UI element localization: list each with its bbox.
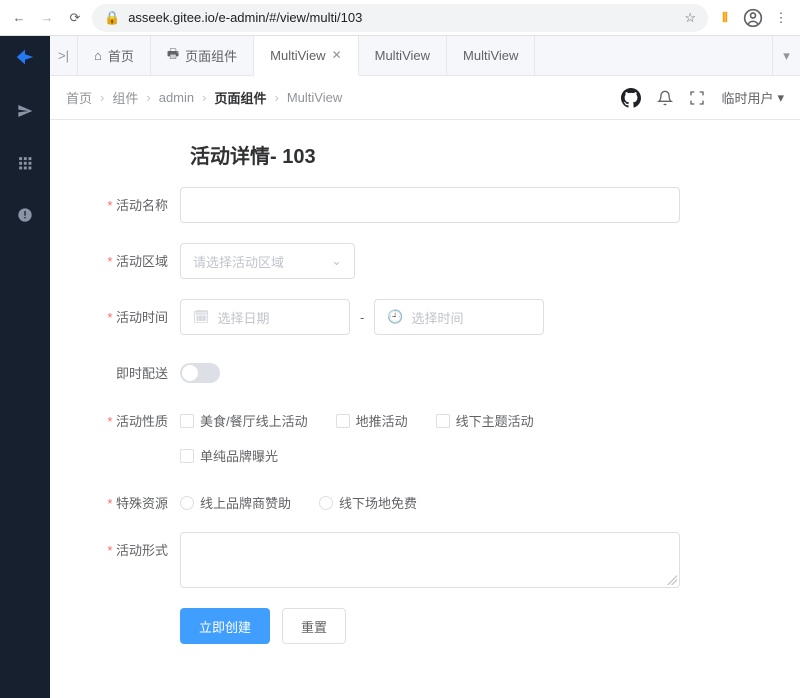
alert-icon[interactable]: [10, 200, 40, 230]
tab-label: MultiView: [375, 48, 430, 63]
tab-bar: >| ⌂ 首页 🖶 页面组件 MultiView ✕ MultiView Mul…: [50, 36, 800, 76]
label-nature: 活动性质: [80, 403, 180, 430]
time-picker[interactable]: 🕘 选择时间: [374, 299, 544, 335]
extension-icon[interactable]: ⦀: [714, 7, 736, 29]
crumb-item[interactable]: 组件: [112, 88, 138, 107]
topbar: 首页› 组件› admin› 页面组件› MultiView 临时用户 ▾: [50, 76, 800, 120]
date-placeholder: 选择日期: [218, 308, 270, 327]
reload-button[interactable]: ⟳: [64, 7, 86, 29]
tab-label: 页面组件: [185, 46, 237, 65]
calendar-icon: 🗓︎: [193, 309, 210, 325]
content-area: 活动详情- 103 活动名称 活动区域 请选择活动区域 ⌄ 活动时间: [50, 120, 800, 698]
send-icon[interactable]: [10, 96, 40, 126]
label-region: 活动区域: [80, 243, 180, 270]
resource-option[interactable]: 线下场地免费: [319, 493, 417, 512]
label-format: 活动形式: [80, 532, 180, 559]
nature-option[interactable]: 美食/餐厅线上活动: [180, 411, 308, 430]
nature-option[interactable]: 地推活动: [336, 411, 408, 430]
tabs-collapse-icon[interactable]: >|: [50, 36, 78, 76]
format-textarea[interactable]: [180, 532, 680, 588]
bookmark-star-icon[interactable]: ☆: [684, 10, 696, 26]
user-menu[interactable]: 临时用户 ▾: [721, 88, 784, 107]
name-input[interactable]: [180, 187, 680, 223]
label-resource: 特殊资源: [80, 485, 180, 512]
time-placeholder: 选择时间: [412, 308, 464, 327]
crumb-item: MultiView: [287, 90, 342, 105]
clock-icon: 🕘: [387, 309, 403, 325]
close-icon[interactable]: ✕: [332, 48, 342, 62]
printer-icon: 🖶: [167, 45, 179, 67]
forward-button[interactable]: →: [36, 7, 58, 29]
reset-button[interactable]: 重置: [282, 608, 346, 644]
browser-menu-icon[interactable]: ⋮: [770, 7, 792, 29]
region-select[interactable]: 请选择活动区域 ⌄: [180, 243, 355, 279]
address-bar[interactable]: 🔒 asseek.gitee.io/e-admin/#/view/multi/1…: [92, 4, 708, 32]
tab-label: MultiView: [463, 48, 518, 63]
tab-multiview-2[interactable]: MultiView: [359, 36, 447, 76]
resource-option[interactable]: 线上品牌商赞助: [180, 493, 291, 512]
chevron-down-icon: ⌄: [331, 253, 342, 269]
lock-icon: 🔒: [104, 10, 120, 26]
select-placeholder: 请选择活动区域: [193, 252, 284, 271]
chevron-down-icon: ▾: [777, 90, 784, 106]
tab-label: MultiView: [270, 48, 325, 63]
url-text: asseek.gitee.io/e-admin/#/view/multi/103: [128, 10, 362, 25]
date-picker[interactable]: 🗓︎ 选择日期: [180, 299, 350, 335]
tab-multiview-3[interactable]: MultiView: [447, 36, 535, 76]
back-button[interactable]: ←: [8, 7, 30, 29]
tab-page-components[interactable]: 🖶 页面组件: [151, 36, 254, 76]
label-time: 活动时间: [80, 299, 180, 326]
home-icon: ⌂: [94, 48, 102, 63]
tab-dropdown-icon[interactable]: ▾: [772, 36, 800, 76]
tab-home[interactable]: ⌂ 首页: [78, 36, 151, 76]
grid-icon[interactable]: [10, 148, 40, 178]
instant-switch[interactable]: [180, 363, 220, 383]
label-instant: 即时配送: [80, 355, 180, 382]
github-link[interactable]: [621, 88, 641, 108]
submit-button[interactable]: 立即创建: [180, 608, 270, 644]
user-label: 临时用户: [721, 88, 773, 107]
app-logo[interactable]: [14, 46, 36, 74]
crumb-item[interactable]: 页面组件: [214, 88, 266, 107]
crumb-item[interactable]: admin: [159, 90, 194, 105]
resize-handle[interactable]: [667, 575, 677, 585]
tab-multiview-1[interactable]: MultiView ✕: [254, 36, 358, 76]
tab-label: 首页: [108, 46, 134, 65]
breadcrumb: 首页› 组件› admin› 页面组件› MultiView: [66, 88, 342, 107]
profile-icon[interactable]: [742, 7, 764, 29]
range-separator: -: [360, 310, 364, 325]
app-sidebar: [0, 36, 50, 698]
crumb-item[interactable]: 首页: [66, 88, 92, 107]
notification-icon[interactable]: [657, 90, 673, 106]
nature-option[interactable]: 单纯品牌曝光: [180, 446, 278, 465]
browser-toolbar: ← → ⟳ 🔒 asseek.gitee.io/e-admin/#/view/m…: [0, 0, 800, 36]
fullscreen-icon[interactable]: [689, 90, 705, 106]
page-title: 活动详情- 103: [190, 140, 770, 169]
nature-option[interactable]: 线下主题活动: [436, 411, 534, 430]
label-name: 活动名称: [80, 187, 180, 214]
